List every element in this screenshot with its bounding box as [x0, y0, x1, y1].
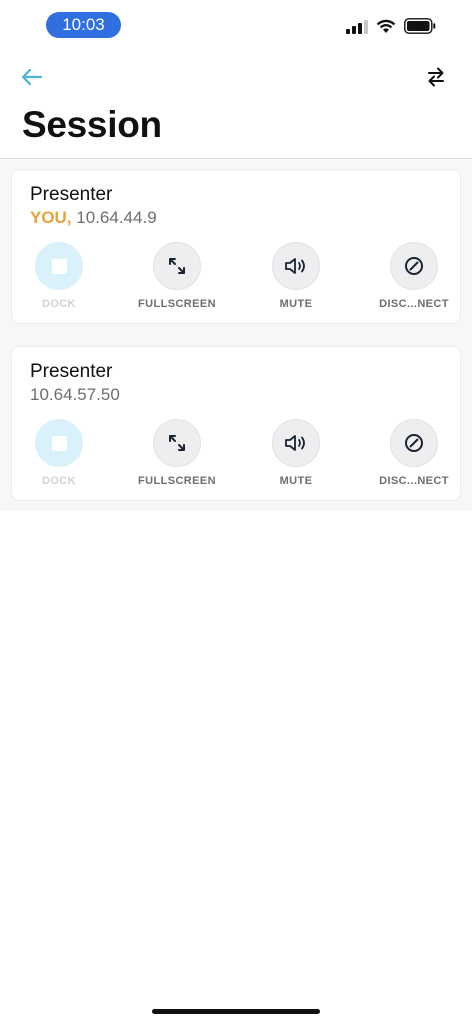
session-card: Presenter YOU, 10.64.44.9 DOCK FULLSCREE… — [11, 169, 461, 324]
mute-label: MUTE — [279, 298, 313, 310]
battery-icon — [404, 18, 436, 34]
mute-label: MUTE — [279, 475, 313, 487]
dock-button[interactable]: DOCK — [4, 419, 114, 487]
fullscreen-button[interactable]: FULLSCREEN — [122, 419, 232, 487]
speaker-icon — [285, 435, 305, 451]
expand-icon — [169, 435, 185, 451]
expand-icon — [169, 258, 185, 274]
nav-bar — [0, 55, 472, 100]
mute-button[interactable]: MUTE — [241, 419, 351, 487]
disconnect-label: DISC...NECT — [379, 298, 449, 310]
swap-button[interactable] — [420, 61, 452, 93]
wifi-icon — [376, 19, 396, 33]
status-icons — [346, 18, 436, 34]
session-address: 10.64.44.9 — [76, 208, 157, 227]
session-subtitle: YOU, 10.64.44.9 — [30, 208, 157, 228]
session-address: 10.64.57.50 — [30, 385, 120, 404]
dock-icon — [35, 419, 83, 467]
disconnect-label: DISC...NECT — [379, 475, 449, 487]
arrow-left-icon — [21, 68, 43, 86]
fullscreen-label: FULLSCREEN — [138, 475, 216, 487]
you-label: YOU, — [30, 208, 72, 227]
dock-label: DOCK — [42, 475, 76, 487]
swap-arrows-icon — [428, 67, 444, 87]
session-list: Presenter YOU, 10.64.44.9 DOCK FULLSCREE… — [0, 159, 472, 511]
fullscreen-label: FULLSCREEN — [138, 298, 216, 310]
session-subtitle: 10.64.57.50 — [30, 385, 120, 405]
session-actions: DOCK FULLSCREEN MUTE DISC...NECT — [12, 419, 462, 489]
session-actions: DOCK FULLSCREEN MUTE DISC...NECT — [12, 242, 462, 312]
dock-icon — [35, 242, 83, 290]
block-icon — [405, 257, 423, 275]
mute-button[interactable]: MUTE — [241, 242, 351, 310]
back-button[interactable] — [16, 61, 48, 93]
session-title: Presenter — [30, 361, 113, 382]
dock-button[interactable]: DOCK — [4, 242, 114, 310]
status-bar: 10:03 — [0, 0, 472, 50]
block-icon — [405, 434, 423, 452]
home-indicator — [152, 1009, 320, 1014]
cellular-signal-icon — [346, 19, 368, 34]
session-title: Presenter — [30, 184, 113, 205]
disconnect-button[interactable]: DISC...NECT — [359, 242, 469, 310]
dock-label: DOCK — [42, 298, 76, 310]
fullscreen-button[interactable]: FULLSCREEN — [122, 242, 232, 310]
status-time: 10:03 — [46, 12, 121, 38]
disconnect-button[interactable]: DISC...NECT — [359, 419, 469, 487]
page-title: Session — [22, 104, 162, 145]
session-card: Presenter 10.64.57.50 DOCK FULLSCREEN MU… — [11, 346, 461, 501]
speaker-icon — [285, 258, 305, 274]
